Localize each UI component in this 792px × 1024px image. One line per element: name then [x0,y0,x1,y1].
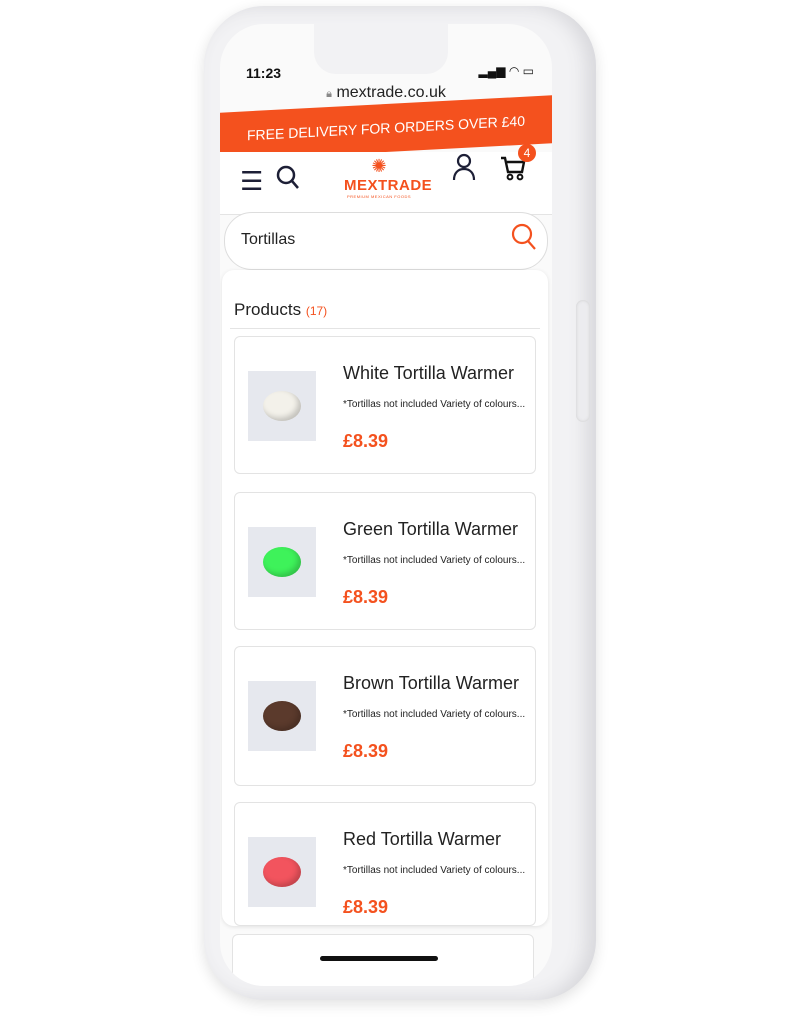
product-card[interactable]: White Tortilla Warmer *Tortillas not inc… [234,336,536,474]
product-image [248,681,316,751]
phone-screen: 11:23 ▂▄▆ ◠ ▭ 🔒︎ mextrade.co.uk FREE DEL… [220,24,552,986]
search-submit-icon[interactable] [511,223,537,258]
notch [314,24,448,74]
logo-tagline: PREMIUM MEXICAN FOODS [346,194,412,199]
search-icon[interactable] [276,164,300,197]
search-bar [224,212,548,270]
battery-icon: ▭ [522,64,534,78]
product-description: *Tortillas not included Variety of colou… [343,555,526,566]
product-price: £8.39 [343,587,389,607]
results-title: Products [234,300,302,319]
product-image [248,371,316,441]
lock-icon: 🔒︎ [326,88,332,100]
product-name[interactable]: Green Tortilla Warmer [343,519,518,540]
product-description: *Tortillas not included Variety of colou… [343,399,526,410]
divider [230,328,540,329]
product-description: *Tortillas not included Variety of colou… [343,865,526,876]
product-price: £8.39 [343,897,389,917]
results-heading: Products (17) [234,300,327,320]
product-price: £8.39 [343,741,389,761]
product-card[interactable]: Brown Tortilla Warmer *Tortillas not inc… [234,646,536,786]
search-results-panel: Products (17) White Tortilla Warmer *Tor… [222,270,548,926]
logo[interactable]: ✺ MEXTRADE PREMIUM MEXICAN FOODS [344,156,433,199]
product-name[interactable]: Brown Tortilla Warmer [343,673,519,694]
url-text: mextrade.co.uk [336,84,446,101]
wifi-icon: ◠ [508,64,520,78]
search-input[interactable] [239,230,493,250]
product-image [248,837,316,907]
status-icons: ▂▄▆ ◠ ▭ [479,64,534,78]
account-icon[interactable] [452,152,476,189]
product-price: £8.39 [343,431,389,451]
product-name[interactable]: White Tortilla Warmer [343,363,514,384]
product-image [248,527,316,597]
signal-icon: ▂▄▆ [478,64,506,78]
logo-mark-icon: ✺ [371,156,387,176]
cart-count-badge: 4 [518,144,536,162]
product-card[interactable]: Green Tortilla Warmer *Tortillas not inc… [234,492,536,630]
status-time: 11:23 [246,65,282,81]
product-description: *Tortillas not included Variety of colou… [343,709,526,720]
product-name[interactable]: Red Tortilla Warmer [343,829,501,850]
logo-name: MEXTRADE [344,177,433,194]
home-indicator[interactable] [320,956,438,961]
menu-icon[interactable]: ☰ [240,166,263,197]
promo-banner: FREE DELIVERY FOR ORDERS OVER £40 [220,95,552,161]
phone-side-button [576,300,590,422]
product-card[interactable]: Red Tortilla Warmer *Tortillas not inclu… [234,802,536,926]
site-header: ☰ ✺ MEXTRADE PREMIUM MEXICAN FOODS 4 [220,144,552,215]
results-count: (17) [305,304,328,318]
